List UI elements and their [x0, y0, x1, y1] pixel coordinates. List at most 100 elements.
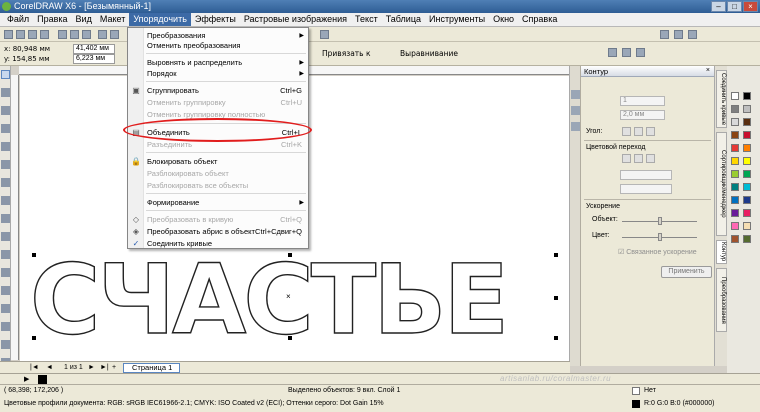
nav-prev-icon[interactable]: ◄	[46, 364, 53, 371]
palette-swatch[interactable]	[743, 209, 751, 217]
linear-blend-icon[interactable]	[622, 154, 631, 163]
menu-item-0[interactable]: Файл	[3, 13, 33, 26]
clockwise-blend-icon[interactable]	[634, 154, 643, 163]
hairline-icon[interactable]	[608, 48, 617, 57]
menu-item-6[interactable]: Растровые изображения	[240, 13, 351, 26]
current-color-swatch[interactable]	[38, 375, 47, 384]
selection-handle[interactable]	[554, 336, 558, 340]
copy-icon[interactable]	[70, 30, 79, 39]
offset-field[interactable]: 2,0 мм	[620, 110, 665, 120]
menu-item-11[interactable]: Справка	[518, 13, 561, 26]
palette-swatch[interactable]	[743, 118, 751, 126]
menu-item-10[interactable]: Окно	[489, 13, 518, 26]
nav-first-icon[interactable]: |◄	[30, 364, 39, 371]
width-field[interactable]: 41,402 мм	[73, 44, 115, 54]
palette-swatch[interactable]	[743, 157, 751, 165]
print-icon[interactable]	[40, 30, 49, 39]
redo-icon[interactable]	[110, 30, 119, 39]
menu-item-7[interactable]: Текст	[351, 13, 382, 26]
crop-tool-icon[interactable]	[1, 106, 10, 115]
menu-option-8[interactable]: Разъединить	[147, 140, 192, 149]
blend-tool-icon[interactable]	[1, 304, 10, 313]
palette-swatch[interactable]	[731, 144, 739, 152]
shape-tool-icon[interactable]	[1, 88, 10, 97]
tab-contour[interactable]: Контур	[716, 240, 727, 264]
menu-option-2[interactable]: Выровнять и распределить	[147, 58, 242, 67]
arrange-icon[interactable]	[636, 48, 645, 57]
dimension-tool-icon[interactable]	[1, 268, 10, 277]
minimize-button[interactable]: –	[711, 1, 726, 12]
options-icon[interactable]	[688, 30, 697, 39]
freehand-tool-icon[interactable]	[1, 142, 10, 151]
menu-option-9[interactable]: Блокировать объект	[147, 157, 218, 166]
welcome-icon[interactable]	[660, 30, 669, 39]
undo-icon[interactable]	[98, 30, 107, 39]
color-profiles[interactable]: Цветовые профили документа: RGB: sRGB IE…	[4, 400, 384, 407]
menu-option-13[interactable]: Преобразовать в кривую	[147, 215, 233, 224]
palette-swatch[interactable]	[731, 209, 739, 217]
close-button[interactable]: ×	[743, 1, 758, 12]
tab-join-curves[interactable]: Соединить кривые	[716, 70, 727, 128]
connector-tool-icon[interactable]	[1, 286, 10, 295]
palette-swatch[interactable]	[743, 235, 751, 243]
palette-swatch[interactable]	[743, 105, 751, 113]
palette-swatch[interactable]	[731, 157, 739, 165]
bevel-corner-icon[interactable]	[646, 127, 655, 136]
nav-last-icon[interactable]: ►|	[100, 364, 109, 371]
selection-handle[interactable]	[554, 253, 558, 257]
menu-item-9[interactable]: Инструменты	[425, 13, 489, 26]
menu-item-8[interactable]: Таблица	[382, 13, 425, 26]
menu-item-5[interactable]: Эффекты	[191, 13, 240, 26]
center-contour-icon[interactable]	[571, 122, 580, 131]
rectangle-tool-icon[interactable]	[1, 178, 10, 187]
apply-button[interactable]: Применить	[661, 266, 712, 278]
palette-swatch[interactable]	[743, 222, 751, 230]
outline-color-select[interactable]	[620, 170, 672, 180]
menu-option-0[interactable]: Преобразования	[147, 31, 205, 40]
paste-icon[interactable]	[82, 30, 91, 39]
cut-icon[interactable]	[58, 30, 67, 39]
open-icon[interactable]	[16, 30, 25, 39]
selection-handle[interactable]	[554, 296, 558, 300]
menu-option-14[interactable]: Преобразовать абрис в объект	[147, 227, 255, 236]
palette-swatch[interactable]	[731, 105, 739, 113]
height-field[interactable]: 6,223 мм	[73, 54, 115, 64]
palette-swatch[interactable]	[731, 196, 739, 204]
menu-option-15[interactable]: Соединить кривые	[147, 239, 212, 248]
save-icon[interactable]	[28, 30, 37, 39]
pick-tool-icon[interactable]	[1, 70, 10, 79]
snap-to-dropdown[interactable]: Привязать к	[322, 49, 371, 58]
maximize-button[interactable]: □	[727, 1, 742, 12]
menu-option-1[interactable]: Отменить преобразования	[147, 41, 240, 50]
eyedropper-tool-icon[interactable]	[1, 322, 10, 331]
miter-corner-icon[interactable]	[622, 127, 631, 136]
y-position[interactable]: y: 154,85 мм	[4, 55, 50, 63]
menu-option-10[interactable]: Разблокировать объект	[147, 169, 229, 178]
align-button[interactable]: Выравнивание	[400, 49, 458, 58]
art-text-outline[interactable]: СЧАСТЬЕ	[29, 251, 509, 348]
text-tool-icon[interactable]	[1, 232, 10, 241]
zoom-tool-icon[interactable]	[1, 124, 10, 133]
menu-item-1[interactable]: Правка	[33, 13, 71, 26]
object-accel-thumb[interactable]	[658, 217, 662, 225]
palette-swatch[interactable]	[743, 92, 751, 100]
outline-tool-icon[interactable]	[1, 340, 10, 349]
x-position[interactable]: x: 80,948 мм	[4, 45, 50, 53]
tab-transformations[interactable]: Преобразования	[716, 268, 727, 332]
fill-indicator-icon[interactable]: ▶	[24, 375, 29, 383]
palette-swatch[interactable]	[731, 222, 739, 230]
palette-swatch[interactable]	[743, 144, 751, 152]
tab-page-1[interactable]: Страница 1	[123, 363, 180, 373]
menu-item-4[interactable]: Упорядочить	[129, 13, 191, 26]
tab-object-manager[interactable]: Сортировщик/менеджер	[716, 132, 727, 236]
inside-contour-icon[interactable]	[571, 106, 580, 115]
menu-item-2[interactable]: Вид	[72, 13, 96, 26]
palette-swatch[interactable]	[731, 170, 739, 178]
docker-close-icon[interactable]: ×	[706, 67, 710, 74]
zoom-level-icon[interactable]	[320, 30, 329, 39]
linked-accel-checkbox[interactable]: ☑ Связанное ускорение	[618, 248, 697, 256]
menu-option-11[interactable]: Разблокировать все объекты	[147, 181, 248, 190]
palette-swatch[interactable]	[743, 183, 751, 191]
palette-swatch[interactable]	[731, 92, 739, 100]
menu-option-5[interactable]: Отменить группировку	[147, 98, 226, 107]
